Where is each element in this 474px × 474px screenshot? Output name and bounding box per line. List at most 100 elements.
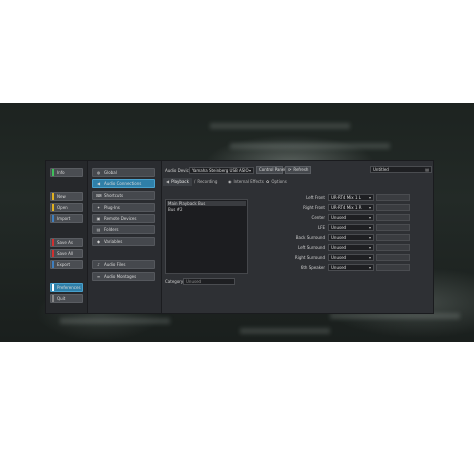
button-label: Quit <box>57 295 66 301</box>
save-all-button[interactable]: Save All <box>50 249 83 258</box>
pref-item-audio-connections[interactable]: ◀ Audio Connections <box>92 179 155 188</box>
color-marker <box>52 193 54 200</box>
button-label: New <box>57 193 66 199</box>
pref-item-variables[interactable]: ◆ Variables <box>92 237 155 246</box>
chevron-down-icon: ▾ <box>368 194 371 200</box>
channel-label: Left Surround <box>297 245 325 250</box>
speaker-icon: ◀ <box>166 179 170 184</box>
color-marker <box>52 250 54 257</box>
pref-item-global[interactable]: ◍ Global <box>92 168 155 177</box>
button-label: Open <box>57 204 68 210</box>
channel-extra-field <box>376 224 410 231</box>
pref-item-shortcuts[interactable]: ⌨ Shortcuts <box>92 191 155 200</box>
color-marker <box>52 295 54 302</box>
keyboard-icon: ⌨ <box>96 193 102 198</box>
channel-select-center[interactable]: Unused ▾ <box>328 214 374 221</box>
channel-label: Right Front <box>303 205 325 210</box>
gear-icon: ✿ <box>266 179 270 184</box>
chevron-down-icon: ▾ <box>248 167 251 173</box>
quit-button[interactable]: Quit <box>50 294 83 303</box>
button-label: Save All <box>57 250 74 256</box>
chevron-down-icon: ▾ <box>368 224 371 230</box>
chevron-down-icon: ▾ <box>368 204 371 210</box>
pref-item-label: Audio Montages <box>104 273 137 279</box>
channel-label: LFE <box>317 225 325 230</box>
button-label: Save As <box>57 239 73 245</box>
export-button[interactable]: Export <box>50 260 83 269</box>
pref-item-label: Remote Devices <box>104 215 137 221</box>
pref-item-label: Audio Connections <box>104 180 142 186</box>
channel-label: Back Surround <box>295 235 325 240</box>
open-button[interactable]: Open <box>50 203 83 212</box>
save-as-button[interactable]: Save As <box>50 238 83 247</box>
tab-options[interactable]: ✿ Options <box>263 178 290 186</box>
audio-file-icon: ♪ <box>97 262 100 267</box>
globe-icon: ◍ <box>96 170 101 175</box>
color-marker <box>52 239 54 246</box>
preferences-category-list: ◍ Global ◀ Audio Connections ⌨ Shortcuts ✦ P… <box>88 161 162 313</box>
montage-icon: ≡ <box>96 274 101 279</box>
category-select[interactable]: Unused <box>183 278 235 285</box>
plug-icon: ✦ <box>96 205 101 210</box>
list-item[interactable]: Bus #2 <box>168 208 183 212</box>
refresh-button[interactable]: ⟳ Refresh <box>285 166 311 174</box>
control-panel-button[interactable]: Control Panel <box>256 166 286 174</box>
tab-recording[interactable]: / Recording <box>191 178 220 186</box>
channel-select-6th-speaker[interactable]: Unused ▾ <box>328 264 374 271</box>
channel-select-right-front[interactable]: UR-RT4 Mix 1 R ▾ <box>328 204 374 211</box>
remote-icon: ▣ <box>96 216 101 221</box>
button-label: Import <box>57 215 71 221</box>
preset-select[interactable]: Untitled ▤ <box>370 166 432 173</box>
channel-extra-field <box>376 254 410 261</box>
bus-list[interactable]: Main Playback Bus Bus #2 <box>165 199 248 274</box>
tab-playback[interactable]: ◀ Playback <box>163 178 192 186</box>
list-item[interactable]: Main Playback Bus <box>168 202 205 206</box>
tag-icon: ◆ <box>96 239 101 244</box>
channel-extra-field <box>376 244 410 251</box>
pref-item-label: Variables <box>104 238 123 244</box>
pref-item-remote-devices[interactable]: ▣ Remote Devices <box>92 214 155 223</box>
channel-select-right-surround[interactable]: Unused ▾ <box>328 254 374 261</box>
channel-extra-field <box>376 194 410 201</box>
channel-label: Center <box>311 215 325 220</box>
chevron-down-icon: ▾ <box>368 244 371 250</box>
channel-select-lfe[interactable]: Unused ▾ <box>328 224 374 231</box>
color-marker <box>52 215 54 222</box>
pref-item-audio-montages[interactable]: ≡ Audio Montages <box>92 272 155 281</box>
channel-extra-field <box>376 234 410 241</box>
category-label: Category <box>165 279 184 284</box>
color-marker <box>52 169 54 176</box>
preset-menu-icon: ▤ <box>425 166 429 172</box>
chevron-down-icon: ▾ <box>368 264 371 270</box>
channel-label: Right Surround <box>294 255 325 260</box>
mic-icon: / <box>194 179 196 184</box>
channel-select-left-surround[interactable]: Unused ▾ <box>328 244 374 251</box>
channel-extra-field <box>376 214 410 221</box>
channel-label: Left Front <box>306 195 325 200</box>
preferences-window: Info New Open Import Save As Save All Ex… <box>45 160 434 314</box>
info-button[interactable]: Info <box>50 168 83 177</box>
pref-item-plug-ins[interactable]: ✦ Plug-Ins <box>92 203 155 212</box>
tab-internal-effects[interactable]: ◉ Internal Effects <box>225 178 267 186</box>
eye-icon: ◉ <box>228 179 232 184</box>
speaker-icon: ◀ <box>96 181 101 186</box>
pref-item-folders[interactable]: ▤ Folders <box>92 225 155 234</box>
channel-extra-field <box>376 204 410 211</box>
preferences-button[interactable]: Preferences <box>50 283 83 292</box>
pref-item-label: Global <box>104 169 117 175</box>
chevron-down-icon: ▾ <box>368 214 371 220</box>
refresh-icon: ⟳ <box>288 167 292 172</box>
audio-device-select[interactable]: Yamaha Steinberg USB ASIO ▾ <box>189 167 254 174</box>
color-marker <box>52 204 54 211</box>
button-label: Preferences <box>57 284 81 290</box>
channel-extra-field <box>376 264 410 271</box>
import-button[interactable]: Import <box>50 214 83 223</box>
background-light-stripe <box>230 143 390 149</box>
folder-icon: ▤ <box>96 227 101 232</box>
new-button[interactable]: New <box>50 192 83 201</box>
color-marker <box>52 284 54 291</box>
button-label: Export <box>57 261 71 267</box>
pref-item-audio-files[interactable]: ♪ Audio Files <box>92 260 155 269</box>
channel-select-back-surround[interactable]: Unused ▾ <box>328 234 374 241</box>
channel-select-left-front[interactable]: UR-RT4 Mix 1 L ▾ <box>328 194 374 201</box>
